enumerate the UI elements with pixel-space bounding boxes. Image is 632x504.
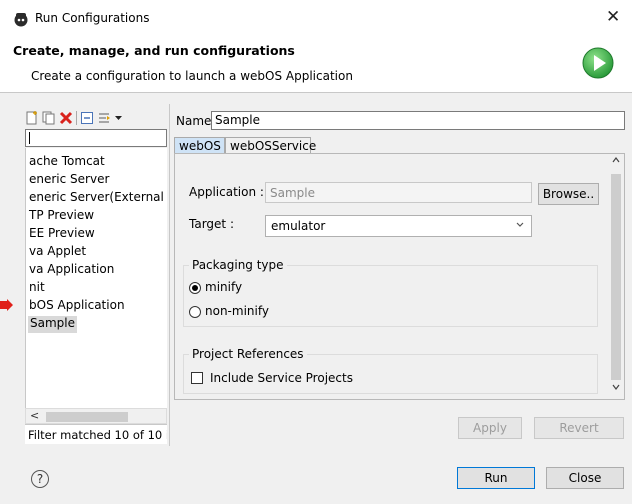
scroll-left-icon[interactable]: <	[30, 409, 39, 422]
eclipse-app-icon	[14, 13, 28, 27]
duplicate-icon[interactable]	[42, 111, 56, 125]
minify-radio[interactable]	[189, 282, 201, 294]
help-icon[interactable]: ?	[31, 470, 49, 488]
target-value: emulator	[271, 219, 326, 233]
banner-subtitle: Create a configuration to launch a webOS…	[31, 69, 353, 83]
revert-button[interactable]: Revert	[534, 417, 624, 439]
text-caret	[29, 132, 30, 144]
tree-item[interactable]: va Applet	[29, 244, 86, 261]
tree-item[interactable]: bOS Application	[29, 298, 125, 315]
target-label: Target :	[189, 217, 234, 231]
content-vertical-scrollbar[interactable]	[608, 154, 624, 399]
filter-input[interactable]	[25, 129, 167, 147]
packaging-type-group: Packaging type minify non-minify	[183, 258, 598, 327]
name-input[interactable]: Sample	[211, 111, 625, 130]
tree-item[interactable]: EE Preview	[29, 226, 95, 243]
tree-item[interactable]: eneric Server	[29, 172, 109, 189]
chevron-down-icon	[516, 222, 524, 227]
project-references-group: Project References Include Service Proje…	[183, 347, 598, 394]
application-input[interactable]: Sample	[265, 182, 532, 203]
tree-item-selected[interactable]: Sample	[28, 316, 77, 333]
tree-item[interactable]: TP Preview	[29, 208, 94, 225]
toolbar-separator	[76, 111, 77, 125]
target-select[interactable]: emulator	[265, 215, 532, 237]
collapse-all-icon[interactable]	[80, 111, 94, 125]
run-button[interactable]: Run	[457, 467, 535, 489]
scrollbar-thumb[interactable]	[46, 412, 128, 422]
filter-icon[interactable]	[97, 111, 111, 125]
tab-webos[interactable]: webOS	[174, 137, 225, 154]
pointer-arrow-icon	[0, 299, 13, 311]
config-type-tree[interactable]: ache Tomcat eneric Server eneric Server(…	[25, 148, 167, 408]
include-service-checkbox[interactable]	[191, 372, 203, 384]
dropdown-arrow-icon[interactable]	[114, 111, 123, 125]
tree-item[interactable]: ache Tomcat	[29, 154, 105, 171]
tree-item[interactable]: va Application	[29, 262, 114, 279]
tab-webosservice[interactable]: webOSService	[225, 137, 316, 154]
filter-status: Filter matched 10 of 10 it	[25, 424, 167, 444]
packaging-type-title: Packaging type	[189, 258, 287, 272]
scroll-up-icon[interactable]	[612, 156, 620, 164]
delete-icon[interactable]	[59, 111, 73, 125]
scrollbar-thumb[interactable]	[611, 174, 621, 380]
config-toolbar	[25, 108, 123, 128]
pane-splitter[interactable]	[169, 104, 170, 446]
title-bar: Run Configurations ✕	[0, 0, 632, 38]
non-minify-label[interactable]: non-minify	[205, 304, 269, 318]
non-minify-radio[interactable]	[189, 306, 201, 318]
tree-horizontal-scrollbar[interactable]: <	[25, 408, 167, 424]
project-references-title: Project References	[189, 347, 307, 361]
run-icon	[582, 47, 614, 79]
dialog-banner: Create, manage, and run configurations C…	[0, 38, 632, 93]
close-button[interactable]: Close	[546, 467, 624, 489]
apply-button[interactable]: Apply	[458, 417, 522, 439]
tree-item[interactable]: nit	[29, 280, 45, 297]
run-configurations-dialog: Run Configurations ✕ Create, manage, and…	[0, 0, 632, 504]
window-close-icon[interactable]: ✕	[606, 9, 620, 26]
scroll-down-icon[interactable]	[612, 383, 620, 391]
name-label: Name:	[176, 114, 216, 128]
browse-button[interactable]: Browse..	[538, 183, 599, 205]
banner-title: Create, manage, and run configurations	[13, 43, 295, 58]
application-label: Application :	[189, 185, 264, 199]
minify-label[interactable]: minify	[205, 280, 242, 294]
window-title: Run Configurations	[35, 11, 150, 25]
new-config-icon[interactable]	[25, 111, 39, 125]
include-service-label[interactable]: Include Service Projects	[210, 371, 353, 385]
tree-item[interactable]: eneric Server(External Laur	[29, 190, 167, 207]
